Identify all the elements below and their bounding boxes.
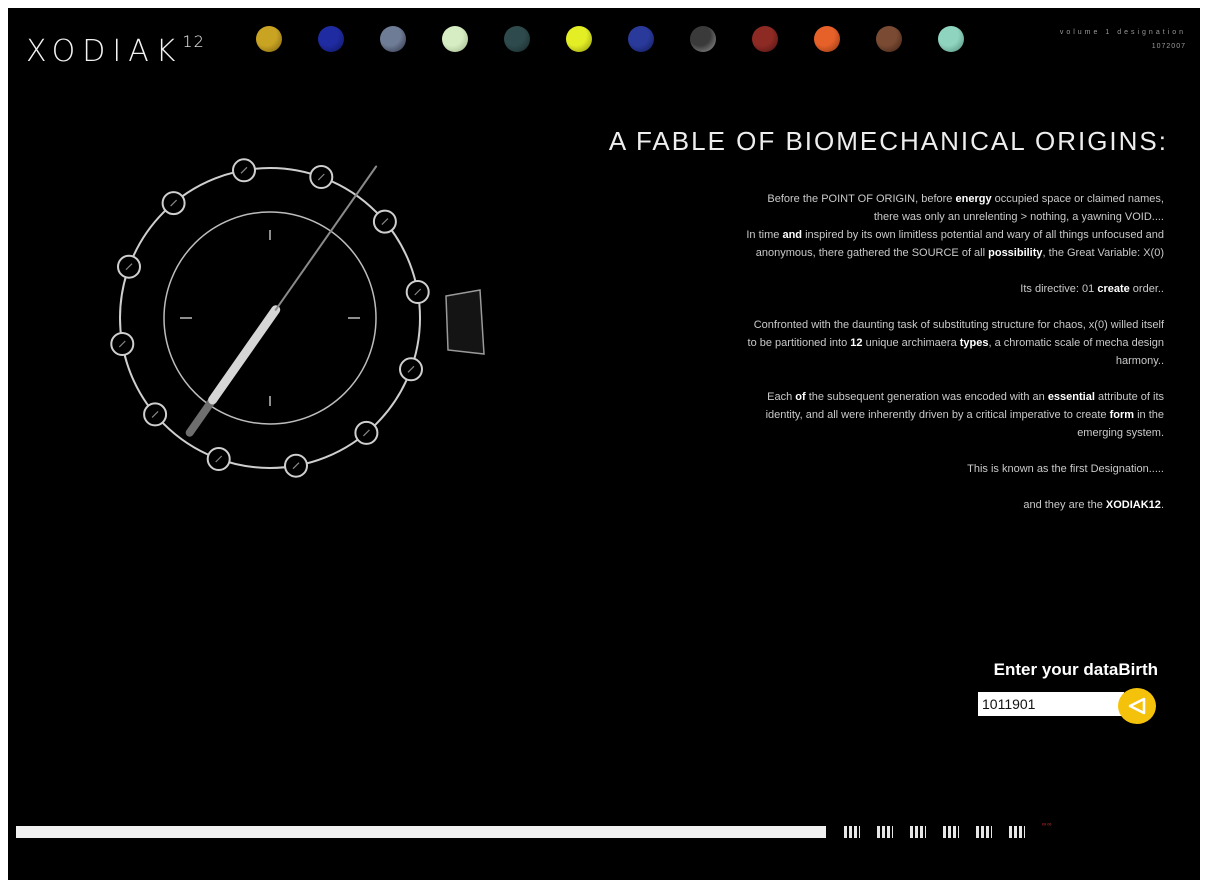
databirth-label: Enter your dataBirth bbox=[993, 660, 1158, 679]
top-right-meta: volume 1 designation 1072007 bbox=[1060, 26, 1186, 54]
sign-orb-6[interactable] bbox=[566, 26, 592, 52]
story-run: , a chromatic scale of mecha design harm… bbox=[988, 337, 1164, 367]
story-emphasis: of bbox=[795, 391, 806, 403]
app-frame: XODIAK12 volume 1 designation 1072007 A … bbox=[8, 8, 1200, 880]
dial-side-tab[interactable] bbox=[445, 289, 485, 355]
sign-orb-7[interactable] bbox=[628, 26, 654, 52]
logo-superscript: 12 bbox=[182, 32, 205, 51]
corner-mark: ∞∞ bbox=[1042, 822, 1053, 828]
sign-orb-4[interactable] bbox=[442, 26, 468, 52]
sign-orb-5[interactable] bbox=[504, 26, 530, 52]
databirth-submit-button[interactable] bbox=[1118, 688, 1156, 724]
story-emphasis: create bbox=[1097, 283, 1130, 295]
sign-orb-3[interactable] bbox=[380, 26, 406, 52]
story-paragraph-5: This is known as the first Designation..… bbox=[744, 460, 1164, 478]
chapter-marker[interactable] bbox=[943, 826, 959, 838]
story-run: unique archimaera bbox=[862, 337, 960, 349]
story-emphasis: form bbox=[1109, 409, 1135, 421]
chapter-marker[interactable] bbox=[1009, 826, 1025, 838]
story-paragraph-3: Confronted with the daunting task of sub… bbox=[744, 316, 1164, 370]
story-run: This is known as the first Designation..… bbox=[967, 463, 1164, 475]
story-paragraph-4: Each of the subsequent generation was en… bbox=[744, 388, 1164, 442]
progress-fill bbox=[16, 826, 826, 838]
story-emphasis: possibility bbox=[988, 247, 1043, 259]
story-run: . bbox=[1160, 499, 1164, 511]
needle-body bbox=[208, 305, 281, 405]
story-paragraph-6: and they are the XODIAK12. bbox=[744, 496, 1164, 514]
sign-orb-9[interactable] bbox=[752, 26, 778, 52]
story-text: Before the POINT OF ORIGIN, before energ… bbox=[744, 190, 1164, 532]
origin-dial[interactable] bbox=[100, 158, 500, 498]
story-paragraph-1: Before the POINT OF ORIGIN, before energ… bbox=[744, 190, 1164, 262]
meta-line-2: 1072007 bbox=[1151, 43, 1186, 50]
story-emphasis: XODIAK12 bbox=[1105, 499, 1161, 511]
story-paragraph-2: Its directive: 01 create order.. bbox=[744, 280, 1164, 298]
chapter-marker[interactable] bbox=[976, 826, 992, 838]
story-emphasis: types bbox=[959, 337, 989, 349]
sign-orb-10[interactable] bbox=[814, 26, 840, 52]
story-emphasis: essential bbox=[1047, 391, 1095, 403]
dial-needle[interactable] bbox=[185, 165, 378, 437]
story-emphasis: and bbox=[782, 229, 803, 241]
logo-text: XODIAK bbox=[26, 34, 183, 69]
sign-orb-1[interactable] bbox=[256, 26, 282, 52]
xodiak-logo[interactable]: XODIAK12 bbox=[26, 32, 205, 69]
chapter-marker[interactable] bbox=[910, 826, 926, 838]
sign-orb-12[interactable] bbox=[938, 26, 964, 52]
chapter-marker[interactable] bbox=[844, 826, 860, 838]
sign-orb-2[interactable] bbox=[318, 26, 344, 52]
progress-bar[interactable] bbox=[16, 826, 826, 838]
story-run: Its directive: 01 bbox=[1020, 283, 1098, 295]
story-run: the subsequent generation was encoded wi… bbox=[805, 391, 1048, 403]
story-emphasis: energy bbox=[955, 193, 992, 205]
databirth-input[interactable] bbox=[978, 692, 1124, 716]
triangle-left-icon bbox=[1128, 697, 1146, 715]
story-emphasis: 12 bbox=[850, 337, 863, 349]
page-headline: A FABLE OF BIOMECHANICAL ORIGINS: bbox=[608, 126, 1168, 156]
sign-orb-8[interactable] bbox=[690, 26, 716, 52]
story-run: Each bbox=[767, 391, 796, 403]
meta-line-1: volume 1 designation bbox=[1059, 29, 1186, 36]
story-run: Before the POINT OF ORIGIN, before bbox=[767, 193, 956, 205]
needle-tail bbox=[185, 395, 217, 437]
sign-orb-11[interactable] bbox=[876, 26, 902, 52]
story-run: and they are the bbox=[1023, 499, 1106, 511]
story-run: order.. bbox=[1129, 283, 1164, 295]
story-run: In time bbox=[746, 229, 783, 241]
chapter-marker[interactable] bbox=[877, 826, 893, 838]
story-run: , the Great Variable: X(0) bbox=[1042, 247, 1164, 259]
